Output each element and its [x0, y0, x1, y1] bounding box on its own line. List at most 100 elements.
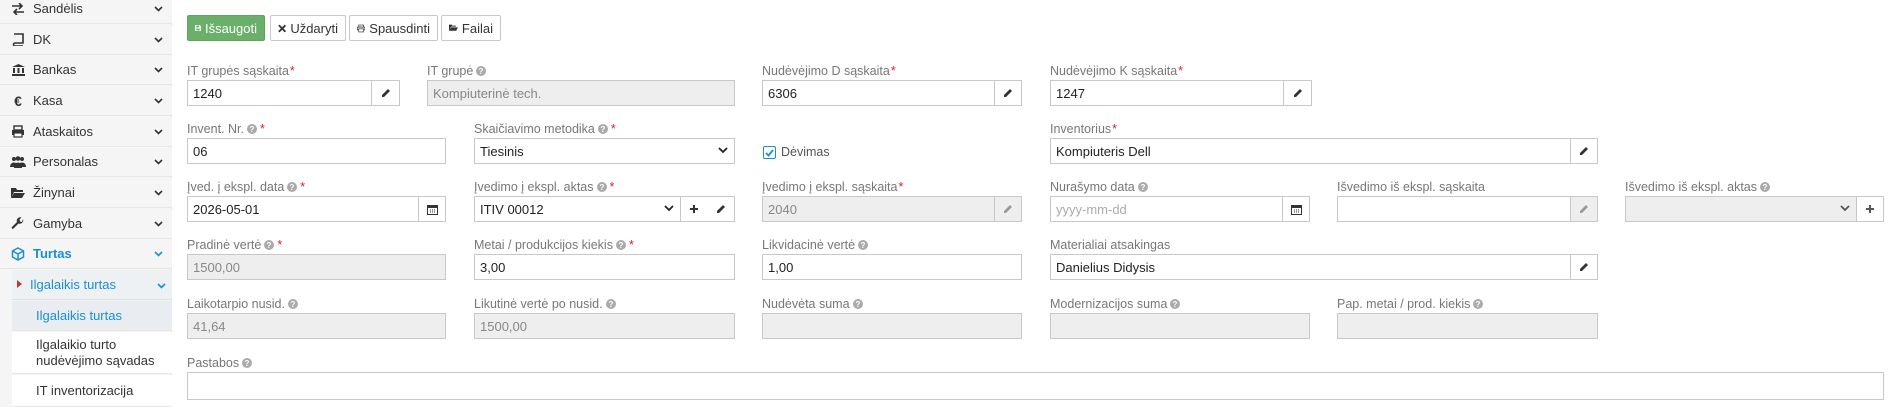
help-icon[interactable]: ?: [858, 240, 869, 250]
help-icon[interactable]: ?: [605, 299, 616, 309]
chevron-down-icon: [154, 220, 166, 227]
help-icon[interactable]: ?: [615, 240, 626, 250]
edit-button[interactable]: [994, 80, 1022, 106]
pencil-icon: [1004, 89, 1012, 97]
writeoff-date-input[interactable]: yyyy-mm-dd: [1050, 196, 1283, 222]
depreciating-checkbox[interactable]: [763, 146, 776, 159]
decommission-act-select[interactable]: [1625, 196, 1857, 222]
decommission-account-input[interactable]: [1337, 196, 1571, 222]
help-icon[interactable]: ?: [246, 124, 257, 134]
sidebar-leaf-ilgalaikis-turtas[interactable]: Ilgalaikis turtas: [12, 301, 172, 331]
inventory-input[interactable]: Kompiuteris Dell: [1050, 138, 1571, 164]
pencil-icon: [381, 89, 390, 97]
edit-button[interactable]: [371, 80, 400, 106]
svg-text:?: ?: [479, 67, 484, 76]
modern-sum-input[interactable]: [1050, 313, 1310, 339]
decommission-account-label: Išvedimo iš ekspl. sąskaita: [1337, 180, 1485, 194]
plus-icon: [690, 205, 698, 213]
help-icon[interactable]: ?: [1170, 299, 1181, 309]
it-group-account-label: IT grupės sąskaita *: [187, 64, 295, 78]
extra-years-input[interactable]: [1337, 313, 1598, 339]
sidebar-item-bankas[interactable]: Bankas: [0, 55, 172, 85]
edit-button[interactable]: [1570, 196, 1598, 222]
edit-button[interactable]: [707, 196, 735, 222]
sidebar-item-label: Turtas: [33, 246, 72, 261]
files-button-label: Failai: [461, 20, 493, 36]
add-button[interactable]: [1856, 196, 1884, 222]
depr-sum-input[interactable]: [762, 313, 1022, 339]
help-icon[interactable]: ?: [242, 358, 253, 368]
depr-d-account-input[interactable]: 6306: [762, 80, 995, 106]
sidebar-item-zinynai[interactable]: Žinynai: [0, 178, 172, 208]
sidebar-item-label: DK: [33, 32, 52, 47]
residual-value-input[interactable]: 1500,00: [474, 313, 735, 339]
it-group-account-input[interactable]: 1240: [187, 80, 372, 106]
sidebar-submenu-label: Ilgalaikis turtas: [30, 277, 116, 292]
users-icon: [9, 155, 27, 168]
sidebar-item-kasa[interactable]: € Kasa: [0, 86, 172, 116]
years-qty-input[interactable]: 3,00: [474, 254, 735, 280]
add-button[interactable]: [680, 196, 708, 222]
liquidation-value-input[interactable]: 1,00: [762, 254, 1022, 280]
commission-account-input[interactable]: 2040: [762, 196, 995, 222]
depr-k-account-input[interactable]: 1247: [1050, 80, 1284, 106]
sidebar-item-sandelis[interactable]: Sandėlis: [0, 0, 172, 24]
help-icon[interactable]: ?: [1473, 299, 1484, 309]
edit-button[interactable]: [1283, 80, 1312, 106]
edit-button[interactable]: [1570, 254, 1598, 280]
svg-text:?: ?: [250, 125, 255, 134]
files-button[interactable]: Failai: [441, 15, 501, 41]
depreciating-label: Dėvimas: [781, 145, 830, 159]
help-icon[interactable]: ?: [1137, 182, 1148, 192]
commission-act-select[interactable]: ITIV 00012: [474, 196, 681, 222]
help-icon[interactable]: ?: [597, 124, 608, 134]
sidebar-item-personalas[interactable]: Personalas: [0, 147, 172, 177]
help-icon[interactable]: ?: [1760, 182, 1770, 192]
calc-method-select[interactable]: Tiesinis: [474, 138, 735, 164]
chevron-down-icon: [154, 97, 166, 104]
notes-textarea[interactable]: [187, 372, 1884, 400]
sidebar-submenu-ilgalaikis-turtas[interactable]: Ilgalaikis turtas: [12, 270, 172, 300]
commission-act-value: ITIV 00012: [480, 201, 544, 217]
help-icon[interactable]: ?: [287, 299, 298, 309]
writeoff-date-label: Nurašymo data?: [1050, 180, 1148, 194]
sidebar-item-ataskaitos[interactable]: Ataskaitos: [0, 117, 172, 147]
sidebar-item-turtas[interactable]: Turtas: [0, 239, 172, 269]
initial-value-input[interactable]: 1500,00: [187, 254, 446, 280]
sidebar-item-label: Kasa: [33, 93, 63, 108]
chevron-down-icon: [154, 250, 166, 257]
edit-button[interactable]: [994, 196, 1022, 222]
sidebar-item-gamyba[interactable]: Gamyba: [0, 209, 172, 239]
svg-text:?: ?: [245, 359, 250, 368]
sidebar-item-label: Personalas: [33, 154, 99, 169]
help-icon[interactable]: ?: [596, 182, 607, 192]
help-icon[interactable]: ?: [852, 299, 863, 309]
it-group-label: IT grupė?: [427, 64, 487, 78]
commission-date-input[interactable]: 2026-05-01: [187, 196, 419, 222]
sidebar-item-dk[interactable]: DK: [0, 25, 172, 55]
close-button[interactable]: Uždaryti: [270, 15, 346, 41]
help-icon[interactable]: ?: [476, 66, 487, 76]
save-button-label: Išsaugoti: [204, 20, 257, 36]
sidebar-leaf-nudevejimo-savadas[interactable]: Ilgalaikio turto nudėvėjimo sąvadas: [12, 332, 172, 374]
pencil-icon: [1004, 205, 1012, 213]
save-button[interactable]: Išsaugoti: [187, 15, 265, 41]
responsible-input[interactable]: Danielius Didysis: [1050, 254, 1571, 280]
sidebar-item-label: Bankas: [33, 62, 77, 77]
it-group-input[interactable]: Kompiuterinė tech.: [427, 80, 735, 106]
close-icon: [278, 24, 287, 32]
depr-k-account-label: Nudėvėjimo K sąskaita *: [1050, 64, 1184, 78]
svg-text:?: ?: [1763, 183, 1768, 192]
help-icon[interactable]: ?: [264, 240, 275, 250]
print-button[interactable]: Spausdinti: [349, 15, 438, 41]
edit-button[interactable]: [1570, 138, 1598, 164]
commission-account-label: Įvedimo į ekspl. sąskaita *: [762, 180, 904, 194]
period-depr-input[interactable]: 41,64: [187, 313, 446, 339]
calendar-button[interactable]: [1282, 196, 1310, 222]
sidebar-leaf-it-inventorizacija[interactable]: IT inventorizacija: [12, 375, 172, 407]
calendar-button[interactable]: [418, 196, 446, 222]
help-icon[interactable]: ?: [287, 182, 298, 192]
invent-nr-input[interactable]: 06: [187, 138, 446, 164]
chevron-down-icon: [157, 277, 166, 292]
svg-text:?: ?: [291, 300, 296, 309]
